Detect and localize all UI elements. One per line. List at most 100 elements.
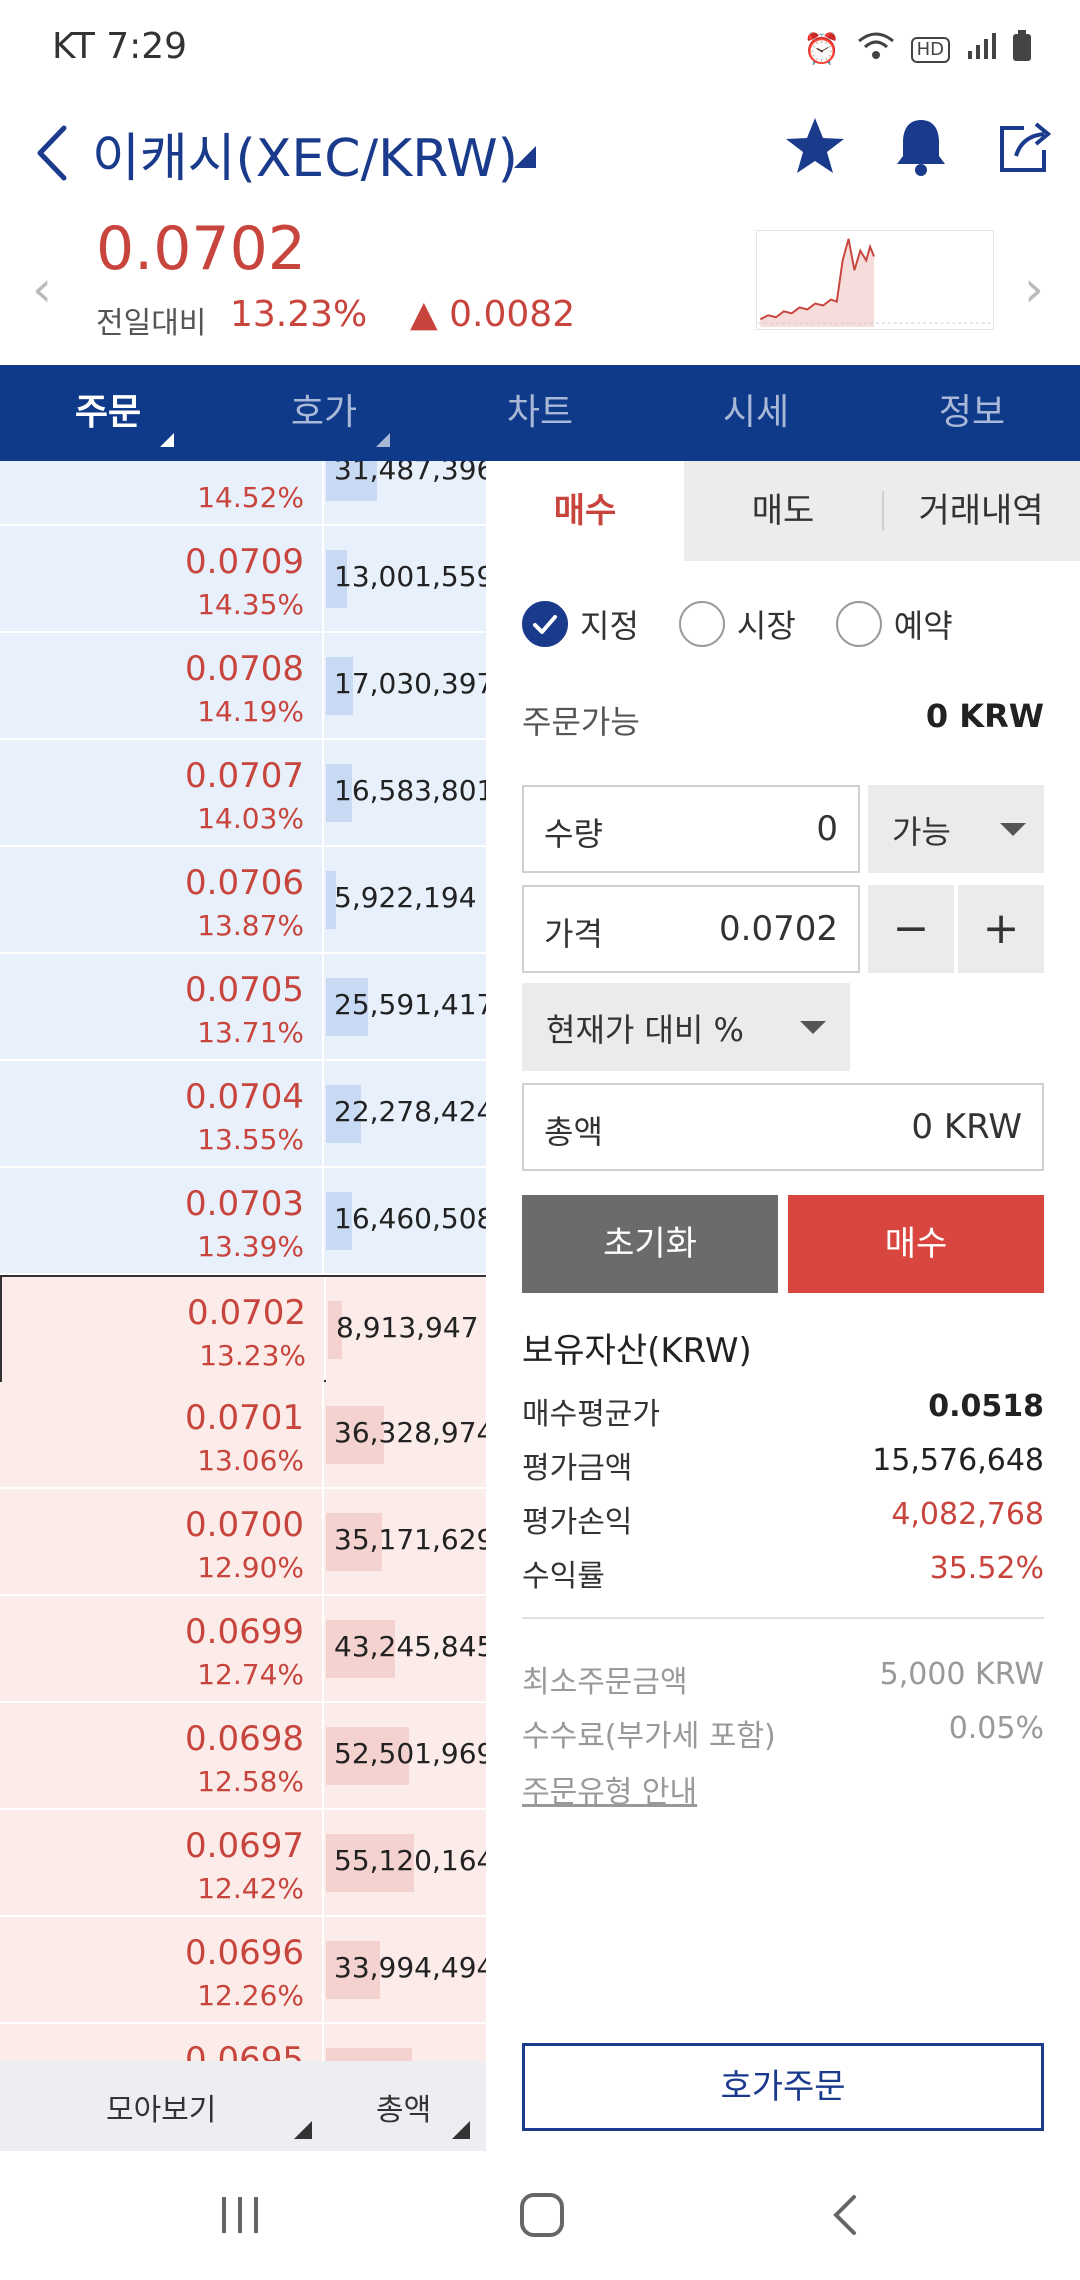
recent-apps-icon[interactable] (218, 2193, 262, 2237)
radio-unchecked-icon[interactable] (835, 601, 882, 647)
price-input[interactable]: 0.0702 (719, 909, 838, 949)
orderbook-price-cell[interactable]: 0.0702 13.23% (2, 1277, 324, 1382)
order-type-guide-link[interactable]: 주문유형 안내 (522, 1767, 697, 1811)
tab-history[interactable]: 거래내역 (882, 461, 1080, 561)
orderbook-row[interactable]: 0.0701 13.06% 36,328,974 (0, 1382, 486, 1489)
orderbook-row[interactable]: 0.0699 12.74% 43,245,845 (0, 1596, 486, 1703)
status-icons: ⏰ HD (803, 30, 1032, 70)
total-toggle-button[interactable]: 총액 (376, 2085, 431, 2129)
order-type-reserve[interactable]: 예약 (835, 601, 953, 647)
orderbook-price-cell[interactable]: 0.0701 13.06% (0, 1382, 322, 1487)
orderbook-row[interactable]: 0.0707 14.03% 16,583,801 (0, 740, 486, 847)
orderbook-row[interactable]: 14.52% 31,487,396 (0, 461, 486, 526)
tab-sell[interactable]: 매도 (684, 461, 882, 561)
coin-title[interactable]: 이캐시(XEC/KRW) (92, 116, 518, 191)
tab-buy[interactable]: 매수 (486, 461, 684, 561)
orderbook-price-cell[interactable]: 0.0696 12.26% (0, 1917, 322, 2022)
orderbook-price-cell[interactable]: 0.0706 13.87% (0, 847, 322, 952)
orderbook-qty-cell[interactable]: 25,591,417 (324, 954, 486, 1059)
radio-checked-icon[interactable] (522, 601, 568, 647)
tab-chart[interactable]: 차트 (432, 365, 648, 461)
orderbook-qty-cell[interactable]: 13,001,559 (324, 526, 486, 631)
group-view-dropdown-icon[interactable] (294, 2121, 312, 2139)
orderbook-row[interactable]: 0.0697 12.42% 55,120,164 (0, 1810, 486, 1917)
reset-button[interactable]: 초기화 (522, 1195, 778, 1293)
orderbook-row[interactable]: 0.0702 13.23% 8,913,947 (0, 1275, 486, 1382)
back-icon[interactable] (28, 118, 78, 188)
system-back-icon[interactable] (826, 2191, 866, 2239)
orderbook-row[interactable]: 0.0698 12.58% 52,501,969 (0, 1703, 486, 1810)
orderbook-price-cell[interactable]: 0.0707 14.03% (0, 740, 322, 845)
tab-hoga[interactable]: 호가 (216, 365, 432, 461)
orderbook-price-cell[interactable]: 0.0703 13.39% (0, 1168, 322, 1273)
quantity-input[interactable]: 0 (816, 809, 838, 849)
buy-button[interactable]: 매수 (788, 1195, 1044, 1293)
orderbook-qty-cell[interactable]: 16,460,508 (324, 1168, 486, 1273)
orderbook-row[interactable]: 0.0696 12.26% 33,994,494 (0, 1917, 486, 2024)
orderbook-qty-cell[interactable]: 8,913,947 (326, 1277, 486, 1382)
price-minus-button[interactable]: − (868, 885, 954, 973)
orderbook-row[interactable]: 0.0695 54,544,606 (0, 2024, 486, 2061)
hoga-order-button[interactable]: 호가주문 (522, 2043, 1044, 2131)
quantity-field[interactable]: 수량 0 (522, 785, 860, 873)
orderbook-row[interactable]: 0.0704 13.55% 22,278,424 (0, 1061, 486, 1168)
orderbook-row[interactable]: 0.0703 13.39% 16,460,508 (0, 1168, 486, 1275)
home-icon[interactable] (518, 2191, 566, 2239)
orderbook-price-cell[interactable]: 0.0705 13.71% (0, 954, 322, 1059)
orderbook-price-cell[interactable]: 0.0698 12.58% (0, 1703, 322, 1808)
orderbook-row[interactable]: 0.0708 14.19% 17,030,397 (0, 633, 486, 740)
orderbook-price-cell[interactable]: 0.0695 (0, 2024, 322, 2061)
orderbook-price-cell[interactable]: 0.0709 14.35% (0, 526, 322, 631)
quantity-select[interactable]: 가능 (868, 785, 1044, 873)
orderbook-qty-cell[interactable]: 17,030,397 (324, 633, 486, 738)
total-input[interactable]: 0 KRW (911, 1107, 1022, 1147)
orderbook-qty-cell[interactable]: 16,583,801 (324, 740, 486, 845)
order-type-market[interactable]: 시장 (678, 601, 796, 647)
orderbook-qty-cell[interactable]: 35,171,629 (324, 1489, 486, 1594)
orderbook-qty-cell[interactable]: 33,994,494 (324, 1917, 486, 2022)
orderbook-row[interactable]: 0.0706 13.87% 5,922,194 (0, 847, 486, 954)
order-type-limit[interactable]: 지정 (522, 601, 639, 647)
tab-info[interactable]: 정보 (864, 365, 1080, 461)
orderbook-qty-cell[interactable]: 43,245,845 (324, 1596, 486, 1701)
share-icon[interactable] (992, 114, 1058, 180)
tab-order[interactable]: 주문 (0, 365, 216, 461)
orderbook-price: 0.0702 (187, 1293, 306, 1333)
price-field[interactable]: 가격 0.0702 (522, 885, 860, 973)
orderbook-qty-cell[interactable]: 36,328,974 (324, 1382, 486, 1487)
orderbook-qty-cell[interactable]: 5,922,194 (324, 847, 486, 952)
total-dropdown-icon[interactable] (452, 2121, 470, 2139)
star-icon[interactable] (782, 114, 848, 180)
order-type-label: 지정 (580, 607, 639, 645)
orderbook-quantity: 31,487,396 (334, 461, 486, 486)
prev-coin-icon[interactable]: ‹ (32, 260, 52, 318)
orderbook-row[interactable]: 0.0709 14.35% 13,001,559 (0, 526, 486, 633)
orderbook-qty-cell[interactable]: 52,501,969 (324, 1703, 486, 1808)
bell-icon[interactable] (888, 114, 954, 180)
mini-price-chart[interactable] (756, 230, 994, 330)
orderbook-price-cell[interactable]: 0.0700 12.90% (0, 1489, 322, 1594)
orderbook-price-cell[interactable]: 0.0699 12.74% (0, 1596, 322, 1701)
orderbook-row[interactable]: 0.0705 13.71% 25,591,417 (0, 954, 486, 1061)
orderbook-price-cell[interactable]: 0.0697 12.42% (0, 1810, 322, 1915)
orderbook-price: 0.0698 (185, 1719, 304, 1759)
orderbook-quantity: 22,278,424 (334, 1095, 486, 1128)
total-field[interactable]: 총액 0 KRW (522, 1083, 1044, 1171)
next-coin-icon[interactable]: › (1024, 260, 1044, 318)
orderbook-price-cell[interactable]: 0.0704 13.55% (0, 1061, 322, 1166)
tab-market-price[interactable]: 시세 (648, 365, 864, 461)
percent-select[interactable]: 현재가 대비 % (522, 983, 850, 1071)
orderbook-row[interactable]: 0.0700 12.90% 35,171,629 (0, 1489, 486, 1596)
quantity-select-label: 가능 (892, 813, 951, 851)
orderbook-qty-cell[interactable]: 54,544,606 (324, 2024, 486, 2061)
radio-unchecked-icon[interactable] (678, 601, 725, 647)
price-plus-button[interactable]: + (958, 885, 1044, 973)
orderbook-qty-cell[interactable]: 22,278,424 (324, 1061, 486, 1166)
group-view-button[interactable]: 모아보기 (106, 2085, 216, 2129)
orderbook-qty-cell[interactable]: 55,120,164 (324, 1810, 486, 1915)
orderbook-qty-cell[interactable]: 31,487,396 (324, 461, 486, 524)
orderbook-price-cell[interactable]: 0.0708 14.19% (0, 633, 322, 738)
percent-select-label: 현재가 대비 % (546, 1011, 744, 1049)
orderbook-price-cell[interactable]: 14.52% (0, 461, 322, 524)
chevron-down-icon[interactable] (514, 146, 536, 168)
